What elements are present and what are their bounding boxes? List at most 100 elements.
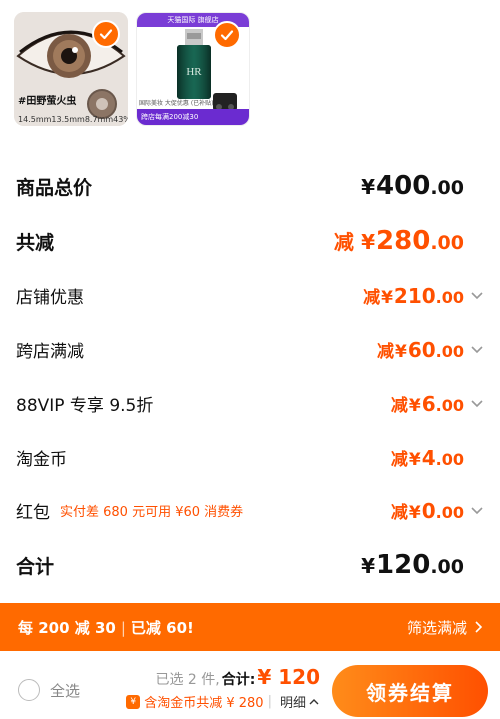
currency-symbol: ¥: [361, 230, 376, 254]
amount-decimal: .00: [430, 556, 464, 578]
detail-toggle[interactable]: 明细: [280, 692, 320, 711]
amount-integer: 210: [393, 283, 436, 308]
chevron-down-icon[interactable]: [468, 501, 486, 519]
row-vip-discount[interactable]: 88VIP 专享 9.5折 减¥6.00: [16, 385, 486, 421]
spec-curve: 8.7mm: [84, 115, 114, 124]
footer-discount-line[interactable]: ¥ 含淘金币共减 ¥ 280 | 明细: [126, 692, 320, 711]
amount-decimal: .00: [435, 449, 464, 469]
promo-separator: |: [120, 618, 126, 637]
row-grand-total-value: ¥120.00: [361, 550, 486, 580]
currency-symbol: ¥: [361, 554, 376, 578]
amount-decimal: .00: [435, 341, 464, 361]
row-vip-label: 88VIP 专享 9.5折: [16, 395, 154, 416]
promo-applied: 已减 60!: [130, 618, 194, 637]
row-store-discount-label: 店铺优惠: [16, 287, 84, 308]
amount-decimal: .00: [430, 232, 464, 254]
row-red-packet-label: 红包: [16, 502, 50, 523]
vip-amount: 减¥6.00: [391, 391, 464, 416]
red-packet-note: 实付差 680 元可用 ¥60 消费券: [60, 504, 244, 520]
chevron-down-icon[interactable]: [468, 340, 486, 358]
amount-decimal: .00: [435, 287, 464, 307]
row-cross-store-value: 减¥60.00: [377, 337, 486, 362]
cross-store-amount: 减¥60.00: [377, 337, 464, 362]
selected-count: 已选 2 件,: [155, 672, 220, 688]
amount-decimal: .00: [435, 395, 464, 415]
chevron-down-icon[interactable]: [468, 394, 486, 412]
spec-diameter: 14.5mm: [18, 115, 52, 124]
row-total-discount-value: 减 ¥280.00: [334, 226, 486, 256]
row-store-discount-value: 减¥210.00: [363, 283, 486, 308]
footer-summary: 已选 2 件, 合计: ¥ 120 ¥ 含淘金币共减 ¥ 280 | 明细: [126, 665, 320, 711]
row-total-discount-label: 共减: [16, 231, 55, 254]
promo-bar-text: 每 200 减 30 | 已减 60!: [18, 617, 194, 638]
store-discount-amount: 减¥210.00: [363, 283, 464, 308]
row-red-packet[interactable]: 红包 实付差 680 元可用 ¥60 消费券 减¥0.00: [16, 492, 486, 528]
row-cross-store-label: 跨店满减: [16, 341, 84, 362]
product-promo-bar: 跨店每满200减30: [137, 109, 249, 125]
currency-symbol: ¥: [394, 341, 407, 362]
row-vip-value: 减¥6.00: [391, 391, 486, 416]
amount-integer: 60: [407, 337, 436, 362]
footer-total-line: 已选 2 件, 合计: ¥ 120: [126, 665, 320, 689]
amount-decimal: .00: [430, 177, 464, 199]
discount-prefix: 减: [390, 502, 408, 523]
row-taojinbi-value: 减¥4.00: [391, 445, 486, 470]
row-red-packet-value: 减¥0.00: [391, 498, 486, 523]
product-specs: 14.5mm 13.5mm 8.7mm 43%: [18, 115, 128, 124]
discount-prefix: 减: [363, 287, 381, 308]
discount-prefix: 减: [376, 341, 394, 362]
amount-integer: 4: [421, 445, 436, 470]
subtotal-amount: ¥400.00: [361, 171, 464, 201]
row-taojinbi: 淘金币 减¥4.00: [16, 439, 486, 475]
filter-promo-label: 筛选满减: [406, 618, 467, 637]
spec-graphic: 13.5mm: [51, 115, 85, 124]
selected-check-icon[interactable]: [92, 20, 120, 48]
filter-promo-link[interactable]: 筛选满减: [407, 617, 486, 638]
row-store-discount[interactable]: 店铺优惠 减¥210.00: [16, 277, 486, 313]
select-all-toggle[interactable]: 全选: [18, 679, 80, 701]
detail-separator: |: [267, 694, 272, 709]
discount-prefix: 减: [390, 395, 408, 416]
amount-integer: 6: [421, 391, 436, 416]
discount-prefix: 减: [390, 449, 408, 470]
grand-total-amount: ¥120.00: [361, 550, 464, 580]
select-all-label: 全选: [50, 681, 81, 700]
chevron-down-icon[interactable]: [468, 286, 486, 304]
footer-coin-text: 含淘金币共减 ¥ 280: [144, 696, 264, 711]
select-all-radio[interactable]: [18, 679, 40, 701]
promo-rule: 每 200 减 30: [18, 618, 116, 637]
row-cross-store[interactable]: 跨店满减 减¥60.00: [16, 331, 486, 367]
row-subtotal: 商品总价 ¥400.00: [16, 168, 486, 204]
product-promo-small: 国际美妆 大促优惠 (已补贴): [139, 100, 214, 107]
product-thumb-serum[interactable]: 天猫国际 旗舰店 HR 国际美妆 大促优惠 (已补贴) 跨店每满200减30: [136, 12, 250, 126]
chevron-right-icon: [475, 621, 483, 633]
amount-integer: 400: [376, 171, 431, 201]
checkout-footer: 全选 已选 2 件, 合计: ¥ 120 ¥ 含淘金币共减 ¥ 280 | 明细…: [0, 651, 500, 719]
product-thumbnails: #田野萤火虫 14.5mm 13.5mm 8.7mm 43% 天猫国际 旗舰店 …: [14, 12, 250, 126]
total-discount-amount: 减 ¥280.00: [334, 226, 464, 256]
checkout-button[interactable]: 领券结算: [332, 665, 488, 717]
row-red-packet-left: 红包 实付差 680 元可用 ¥60 消费券: [16, 498, 243, 523]
product-thumb-label: #田野萤火虫: [18, 96, 77, 107]
svg-text:HR: HR: [186, 66, 202, 78]
taojinbi-amount: 减¥4.00: [391, 445, 464, 470]
row-subtotal-label: 商品总价: [16, 176, 93, 199]
row-subtotal-value: ¥400.00: [361, 171, 486, 201]
product-thumb-lens[interactable]: #田野萤火虫 14.5mm 13.5mm 8.7mm 43%: [14, 12, 128, 126]
spec-water: 43%: [113, 115, 128, 124]
currency-symbol: ¥: [408, 449, 421, 470]
footer-total-value: ¥ 120: [257, 665, 320, 689]
row-total-discount: 共减 减 ¥280.00: [16, 222, 486, 260]
discount-prefix: 减: [333, 230, 354, 254]
chevron-up-icon: [309, 698, 319, 704]
currency-symbol: ¥: [381, 287, 393, 308]
currency-symbol: ¥: [408, 395, 421, 416]
currency-symbol: ¥: [408, 502, 421, 523]
selected-check-icon[interactable]: [213, 21, 241, 49]
promo-bar: 每 200 减 30 | 已减 60! 筛选满减: [0, 603, 500, 651]
currency-symbol: ¥: [361, 175, 376, 199]
detail-label: 明细: [279, 696, 306, 711]
amount-integer: 280: [376, 226, 431, 256]
amount-integer: 120: [376, 550, 431, 580]
amount-decimal: .00: [435, 502, 464, 522]
